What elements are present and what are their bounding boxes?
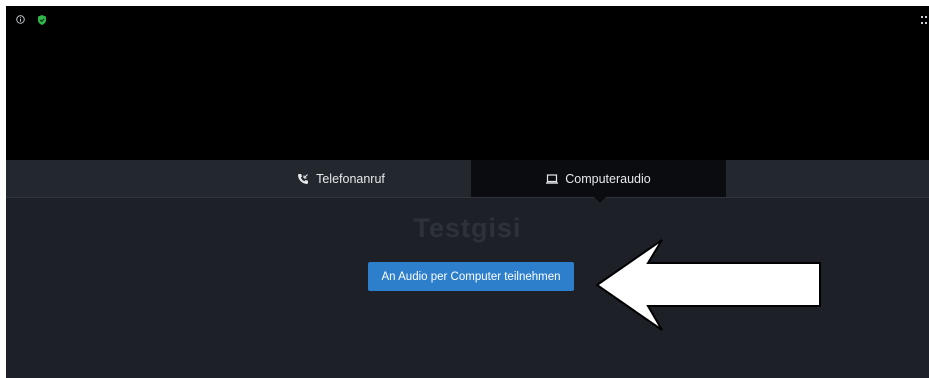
active-tab-pointer — [594, 197, 606, 203]
phone-icon — [298, 173, 309, 184]
tab-phone-call-label: Telefonanruf — [316, 171, 385, 186]
join-computer-audio-button[interactable]: An Audio per Computer teilnehmen — [368, 262, 574, 291]
tab-computer-audio[interactable]: Computeraudio — [471, 160, 726, 197]
tab-computer-audio-label: Computeraudio — [565, 171, 651, 186]
info-icon[interactable] — [16, 15, 25, 24]
shield-check-icon[interactable] — [38, 15, 46, 25]
audio-tabbar: Telefonanruf Computeraudio — [6, 160, 929, 198]
laptop-icon — [546, 173, 559, 184]
video-area — [6, 6, 929, 160]
meeting-window: Telefonanruf Computeraudio Testgisi An A… — [6, 6, 929, 378]
grid-icon[interactable] — [921, 16, 927, 24]
arrow-icon — [596, 239, 821, 331]
tab-phone-call[interactable]: Telefonanruf — [211, 160, 471, 197]
